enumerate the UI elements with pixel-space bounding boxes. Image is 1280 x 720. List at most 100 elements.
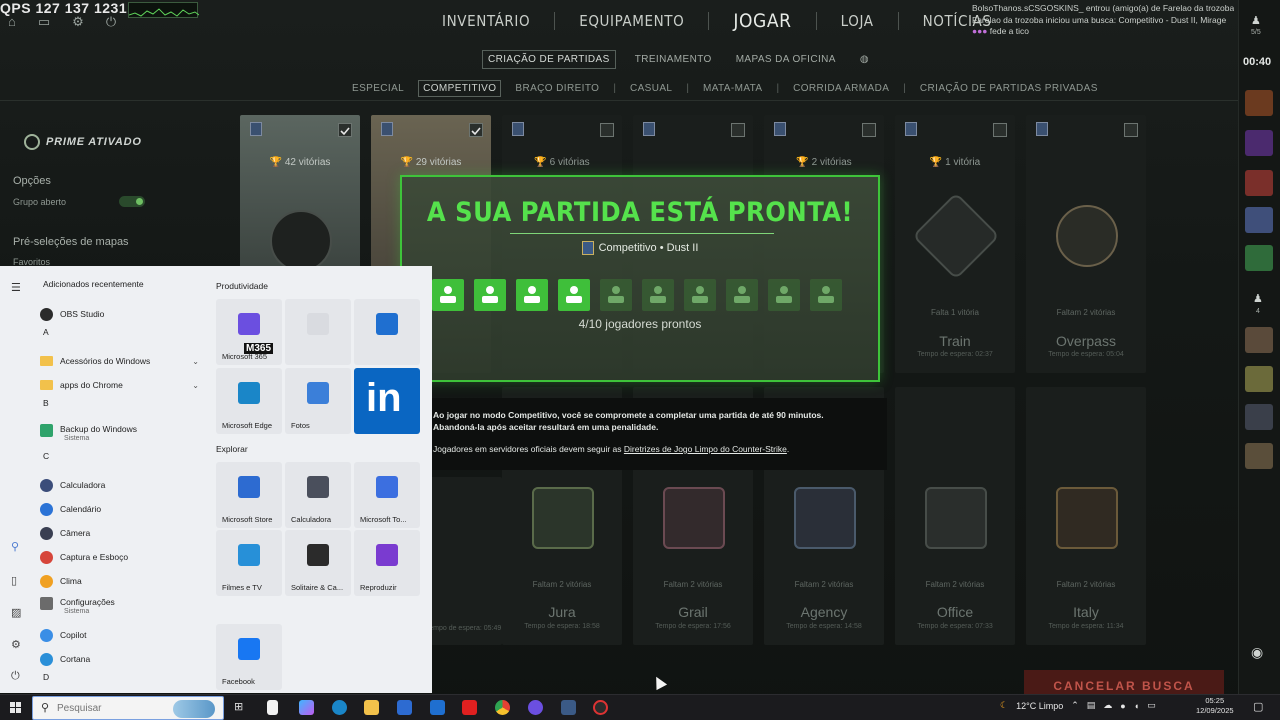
map-checkbox[interactable] xyxy=(862,123,876,137)
friend-avatar[interactable] xyxy=(1245,366,1273,392)
pinned-tile[interactable]: Filmes e TV xyxy=(216,530,282,596)
app-list-item[interactable]: Configurações Sistema xyxy=(40,593,205,623)
map-card-overpass[interactable]: Faltam 2 vitórias Overpass Tempo de espe… xyxy=(1026,115,1146,373)
copilot-icon[interactable] xyxy=(299,700,314,715)
nav-equipment[interactable]: EQUIPAMENTO xyxy=(579,12,684,30)
app-list-item[interactable]: Copilot xyxy=(40,623,205,647)
app-list-item[interactable]: Backup do Windows Sistema xyxy=(40,420,205,450)
party-icon[interactable]: ♟ xyxy=(1251,14,1261,27)
map-card-office[interactable]: Faltam 2 vitórias Office Tempo de espera… xyxy=(895,387,1015,645)
search-input[interactable] xyxy=(57,700,167,717)
mode-arms-race[interactable]: CORRIDA ARMADA xyxy=(789,81,893,96)
pinned-tile[interactable] xyxy=(285,299,351,365)
nav-inventory[interactable]: INVENTÁRIO xyxy=(442,12,530,30)
pinned-tile[interactable]: Solitaire & Ca... xyxy=(285,530,351,596)
pinned-tile[interactable]: Facebook xyxy=(216,624,282,690)
app-list-item[interactable]: Captura e Esboço xyxy=(40,545,205,569)
pinned-tile[interactable] xyxy=(354,299,420,365)
pinned-tile[interactable]: Microsoft Store xyxy=(216,462,282,528)
mode-deathmatch[interactable]: MATA-MATA xyxy=(699,81,767,96)
friend-avatar[interactable] xyxy=(1245,90,1273,116)
documents-icon[interactable]: ▯ xyxy=(11,574,17,587)
friend-avatar[interactable] xyxy=(1245,170,1273,196)
power-icon[interactable]: ⏻ xyxy=(106,14,116,30)
map-card-train[interactable]: 🏆 1 vitória Falta 1 vitória Train Tempo … xyxy=(895,115,1015,373)
friend-avatar[interactable] xyxy=(1245,327,1273,353)
battery-icon[interactable]: ▭ xyxy=(1147,700,1156,711)
settings-icon[interactable]: ⚙ xyxy=(11,638,21,651)
app-folder[interactable]: Acessórios do Windows ⌄ xyxy=(40,349,205,373)
broadcast-icon[interactable]: ◉ xyxy=(1251,644,1263,661)
tray-chevron-icon[interactable]: ⌃ xyxy=(1071,700,1079,711)
friend-avatar[interactable] xyxy=(1245,130,1273,156)
friend-avatar[interactable] xyxy=(1245,404,1273,430)
store-icon[interactable] xyxy=(397,700,412,715)
friend-avatar[interactable] xyxy=(1245,443,1273,469)
pinned-tile[interactable]: M365 Microsoft 365 xyxy=(216,299,282,365)
nav-play[interactable]: JOGAR xyxy=(733,10,791,32)
start-button[interactable] xyxy=(10,702,22,714)
map-checkbox[interactable] xyxy=(338,123,352,137)
cancel-search-button[interactable]: CANCELAR BUSCA xyxy=(1024,670,1224,694)
user-icon[interactable]: ⚲ xyxy=(11,540,19,553)
tab-workshop-maps[interactable]: MAPAS DA OFICINA xyxy=(731,51,841,68)
mode-wingman[interactable]: BRAÇO DIREITO xyxy=(511,81,603,96)
app-folder[interactable]: apps do Chrome ⌄ xyxy=(40,373,205,397)
mic-icon[interactable]: ● xyxy=(1120,701,1125,711)
map-checkbox[interactable] xyxy=(469,123,483,137)
file-explorer-icon[interactable] xyxy=(364,700,379,715)
map-checkbox[interactable] xyxy=(600,123,614,137)
globe-icon[interactable]: ◍ xyxy=(855,51,874,68)
pinned-tile[interactable]: in xyxy=(354,368,420,434)
weather-text[interactable]: 12°C Limpo xyxy=(1016,701,1063,711)
clock[interactable]: 05:25 12/09/2025 xyxy=(1196,696,1234,716)
gear-icon[interactable]: ⚙ xyxy=(72,14,84,30)
app-list-section[interactable]: B xyxy=(40,397,205,420)
app-list-item[interactable]: Calculadora xyxy=(40,473,205,497)
mode-competitive[interactable]: COMPETITIVO xyxy=(418,80,502,97)
onedrive-icon[interactable]: ☁ xyxy=(1103,700,1112,711)
counter-strike-icon[interactable] xyxy=(561,700,576,715)
mode-private-matches[interactable]: CRIAÇÃO DE PARTIDAS PRIVADAS xyxy=(916,81,1102,96)
app-list-section[interactable]: D xyxy=(40,671,205,694)
friend-avatar[interactable] xyxy=(1245,207,1273,233)
volume-icon[interactable]: ◖ xyxy=(1134,701,1139,711)
task-view-icon[interactable]: ⊞ xyxy=(234,700,249,715)
pinned-tile[interactable]: Fotos xyxy=(285,368,351,434)
pinned-tile[interactable]: Reproduzir xyxy=(354,530,420,596)
taskbar-search[interactable]: ⚲ xyxy=(32,696,224,720)
fair-play-guidelines-link[interactable]: Diretrizes de Jogo Limpo do Counter-Stri… xyxy=(624,444,787,454)
youtube-icon[interactable] xyxy=(462,700,477,715)
map-card[interactable]: Tempo de espera: 05:49 xyxy=(425,477,502,645)
hamburger-icon[interactable]: ☰ xyxy=(11,281,21,294)
map-checkbox[interactable] xyxy=(1124,123,1138,137)
edge-icon[interactable] xyxy=(332,700,347,715)
pictures-icon[interactable]: ▨ xyxy=(11,606,21,619)
map-card-italy[interactable]: Faltam 2 vitórias Italy Tempo de espera:… xyxy=(1026,387,1146,645)
app-list-item[interactable]: Câmera xyxy=(40,521,205,545)
map-checkbox[interactable] xyxy=(731,123,745,137)
power-icon[interactable]: ⏻ xyxy=(11,670,20,683)
app-list-section[interactable]: A xyxy=(40,326,205,349)
obs-icon[interactable] xyxy=(593,700,608,715)
friends-icon[interactable]: ♟ xyxy=(1253,292,1263,305)
network-icon[interactable]: ▤ xyxy=(1087,700,1096,711)
app-list-section[interactable]: C xyxy=(40,450,205,473)
pinned-tile[interactable]: Microsoft To... xyxy=(354,462,420,528)
mode-casual[interactable]: CASUAL xyxy=(626,81,676,96)
home-icon[interactable]: ⌂ xyxy=(8,14,16,30)
tab-training[interactable]: TREINAMENTO xyxy=(630,51,717,68)
app-list-item[interactable]: Cortana xyxy=(40,647,205,671)
notepad-icon[interactable] xyxy=(267,700,278,715)
outlook-icon[interactable] xyxy=(430,700,445,715)
app-list-item[interactable]: Clima xyxy=(40,569,205,593)
app-list-item[interactable]: OBS Studio xyxy=(40,302,205,326)
app-list-item[interactable]: Calendário xyxy=(40,497,205,521)
tab-matchmaking[interactable]: CRIAÇÃO DE PARTIDAS xyxy=(482,50,616,69)
map-checkbox[interactable] xyxy=(993,123,1007,137)
mode-premier[interactable]: ESPECIAL xyxy=(348,81,408,96)
nav-store[interactable]: LOJA xyxy=(841,12,874,30)
chrome-icon[interactable] xyxy=(495,700,510,715)
pinned-tile[interactable]: Microsoft Edge xyxy=(216,368,282,434)
discord-icon[interactable] xyxy=(528,700,543,715)
